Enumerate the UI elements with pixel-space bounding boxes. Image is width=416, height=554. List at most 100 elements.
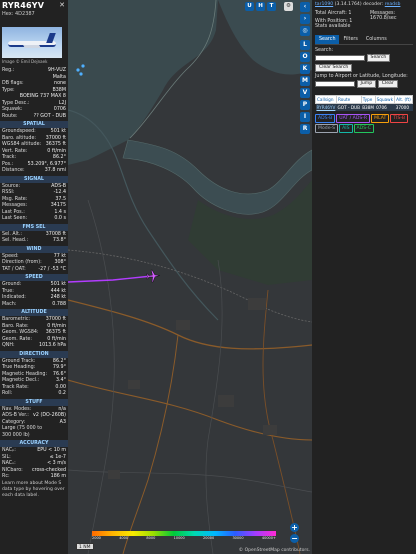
source-tag[interactable]: Mode-S	[315, 124, 339, 133]
decoder-link[interactable]: readsb	[385, 2, 401, 7]
detail-key: Distance:	[2, 168, 25, 173]
jump-button[interactable]: Jump	[356, 80, 377, 88]
source-tag[interactable]: ADS-C	[353, 124, 374, 133]
detail-value: ?? GOT - DUB	[33, 113, 66, 119]
table-cell: B38M	[361, 103, 376, 111]
version-line: tar1090 (3.14.1764) decoder: readsb	[312, 0, 416, 9]
side-button-k[interactable]: K	[300, 64, 310, 74]
detail-key: Route:	[2, 113, 18, 119]
tab-filters[interactable]: Filters	[339, 35, 361, 44]
altitude-label: 4000	[119, 536, 129, 540]
side-button-l[interactable]: L	[300, 40, 310, 50]
column-header[interactable]: Alt. (ft)	[394, 95, 413, 104]
table-cell: GOT - DUB	[336, 103, 362, 111]
expand-chevron-icon[interactable]: ›	[300, 14, 310, 24]
detail-key: QNH:	[2, 343, 15, 348]
section-header-wind[interactable]: WIND	[0, 245, 68, 253]
aircraft-header: RYR46YV Hex: 4D2387 ✕	[0, 0, 68, 24]
table-cell: 0706	[375, 103, 395, 111]
map-button-u[interactable]: U	[245, 2, 254, 11]
tab-columns[interactable]: Columns	[362, 35, 391, 44]
clear-button[interactable]: Clear	[377, 80, 398, 88]
source-tag[interactable]: MLAT	[371, 114, 390, 123]
jump-input[interactable]	[315, 81, 355, 87]
aircraft-table: Callsign Route Type Squawk Alt. (ft) RYR46YV…	[314, 95, 413, 111]
map-button-t[interactable]: T	[267, 2, 276, 11]
messages-value: 1670.8/sec	[370, 16, 397, 21]
section-header-signal[interactable]: SIGNAL	[0, 175, 68, 183]
altitude-label: 30000	[232, 536, 244, 540]
aircraft-detail-panel: RYR46YV Hex: 4D2387 ✕ Image © Emil Dejna…	[0, 0, 68, 554]
detail-key: Rᴄ:	[2, 474, 10, 479]
footer-note: Learn more about Mode S data type by hov…	[2, 480, 65, 498]
detail-key: Roll:	[2, 391, 13, 396]
table-cell: RYR46YV	[315, 103, 337, 111]
info-panel: tar1090 (3.14.1764) decoder: readsb Tota…	[312, 0, 416, 554]
collapse-chevron-icon[interactable]: ‹	[300, 2, 310, 12]
map-tiles	[68, 0, 312, 554]
search-label: Search:	[315, 48, 334, 53]
side-button-m[interactable]: M	[300, 76, 310, 86]
side-button-p[interactable]: P	[300, 100, 310, 110]
side-button-r[interactable]: R	[300, 124, 310, 134]
detail-value: 37.8 nmi	[44, 168, 66, 173]
column-header[interactable]: Squawk	[374, 95, 396, 104]
altitude-label: 2000	[92, 536, 101, 540]
search-input[interactable]	[315, 55, 365, 61]
close-icon[interactable]: ✕	[58, 1, 66, 9]
column-header[interactable]: Type	[360, 95, 376, 104]
table-cell: 37000	[394, 103, 413, 111]
detail-key: Reg.:	[2, 68, 15, 73]
section-header-altitude[interactable]: ALTITUDE	[0, 309, 68, 316]
detail-value: 0.2	[58, 391, 66, 396]
map-canvas[interactable]: U H T ⚙ 2000 4000 8000 10000 20000 30000 40000…	[68, 0, 312, 554]
map-button-h[interactable]: H	[256, 2, 265, 11]
source-tag[interactable]: AIS	[339, 124, 353, 133]
detail-value: -27 / -53 °C	[38, 266, 66, 272]
column-header[interactable]: Route	[336, 95, 362, 104]
altitude-label: 40000+	[261, 536, 276, 540]
section-header-speed[interactable]: SPEED	[0, 274, 68, 281]
clear-search-button[interactable]: Clear Search	[315, 64, 353, 72]
version-link[interactable]: tar1090	[315, 2, 333, 7]
total-aircraft: Total Aircraft: 1	[315, 11, 352, 16]
detail-row: Last Seen: 0.0 s	[0, 216, 68, 223]
section-header-spatial[interactable]: SPATIAL	[0, 121, 68, 128]
detail-value: 73.8°	[52, 238, 66, 243]
detail-value: 1013.6 hPa	[39, 343, 66, 348]
altitude-label: 20000	[203, 536, 215, 540]
detail-row: Distance: 37.8 nmi	[0, 168, 68, 175]
side-button-o[interactable]: O	[300, 52, 310, 62]
table-row[interactable]: RYR46YV GOT - DUB B38M 0706 37000	[315, 103, 413, 111]
detail-key: 300 000 lb)	[2, 432, 30, 438]
altitude-label: 8000	[146, 536, 156, 540]
section-header-accuracy[interactable]: ACCURACY	[0, 440, 68, 447]
tab-search[interactable]: Search	[315, 35, 340, 44]
side-button-i[interactable]: I	[300, 112, 310, 122]
side-button-v[interactable]: V	[300, 88, 310, 98]
photo-credit[interactable]: Image © Emil Dejnaek	[2, 59, 47, 64]
section-header-direction[interactable]: DIRECTION	[0, 350, 68, 358]
panel-tabs: Search Filters Columns	[315, 35, 413, 45]
altitude-labels: 2000 4000 8000 10000 20000 30000 40000+	[92, 536, 276, 540]
search-button[interactable]: Search	[366, 54, 391, 62]
section-header-stuff[interactable]: STUFF	[0, 398, 68, 406]
detail-row: QNH: 1013.6 hPa	[0, 343, 68, 350]
aircraft-photo[interactable]	[2, 27, 62, 58]
source-tag[interactable]: TIS-B	[390, 114, 409, 123]
settings-gear-icon[interactable]: ⚙	[284, 2, 293, 11]
section-header-fms-sel[interactable]: FMS SEL	[0, 223, 68, 231]
detail-key: Type:	[2, 87, 15, 93]
source-legend: ADS-B UAT / ADS-R MLAT TIS-B Mode-S AIS ADS-C	[315, 114, 413, 134]
aircraft-data-list: Reg.: 9H-VUZ Malta DB flags: none Type: B38M BO…	[0, 68, 68, 499]
jump-label: Jump to Airport or Latitude, Longitude:	[315, 74, 408, 79]
detail-value: 0.0 s	[54, 216, 66, 221]
stats-available[interactable]: Stats available	[315, 24, 370, 29]
detail-row: Route: ?? GOT - DUB	[0, 114, 68, 121]
layers-icon[interactable]: ◎	[300, 26, 310, 36]
detail-key: TAT / OAT:	[2, 266, 26, 272]
column-header[interactable]: Callsign	[314, 95, 338, 104]
aircraft-marker-icon[interactable]	[146, 269, 160, 283]
source-tag[interactable]: UAT / ADS-R	[336, 114, 371, 123]
source-tag[interactable]: ADS-B	[315, 114, 336, 123]
